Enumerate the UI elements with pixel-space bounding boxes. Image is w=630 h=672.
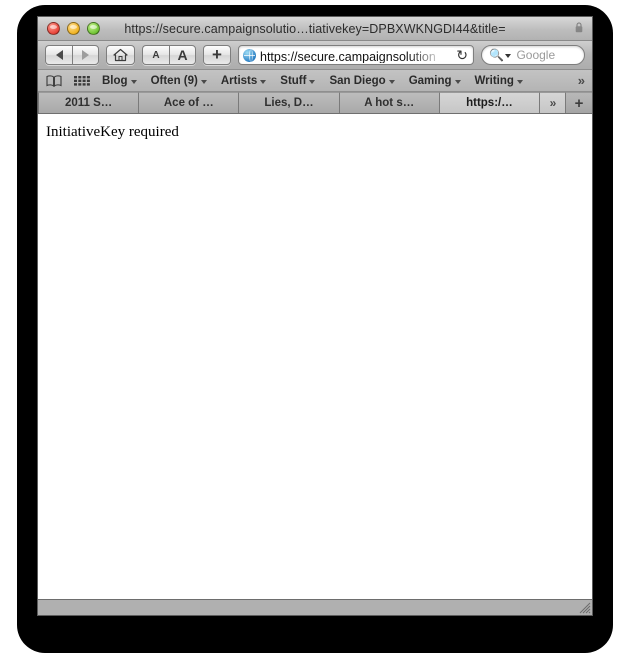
bookmark-stuff[interactable]: Stuff	[280, 74, 316, 87]
address-bar[interactable]: https://secure.campaignsolution ↻	[238, 45, 474, 65]
chevron-down-icon	[130, 79, 137, 84]
browser-window: https://secure.campaignsolutio…tiativeke…	[37, 16, 593, 616]
bookmark-label: Often (9)	[150, 74, 198, 87]
bookmark-label: Stuff	[280, 74, 307, 87]
back-arrow-icon	[55, 50, 63, 60]
tab-label: Ace of …	[163, 97, 214, 109]
tab-https-active[interactable]: https:/…	[439, 92, 541, 113]
bookmark-label: Artists	[220, 74, 258, 87]
search-field[interactable]: 🔍 Google	[481, 45, 585, 65]
chevron-down-icon	[454, 79, 461, 84]
window-titlebar[interactable]: https://secure.campaignsolutio…tiativeke…	[38, 17, 592, 41]
tab-2011-s[interactable]: 2011 S…	[38, 92, 140, 113]
bookmark-gaming[interactable]: Gaming	[409, 75, 461, 87]
plus-icon: +	[212, 45, 222, 64]
resize-grip-icon[interactable]	[578, 601, 591, 614]
window-controls	[38, 22, 100, 35]
address-bar-text-wrap: https://secure.campaignsolution	[260, 47, 455, 63]
zoom-button[interactable]	[87, 22, 100, 35]
grid-icon	[74, 75, 90, 86]
browser-toolbar: A A + https://secure.campaignsolution ↻ …	[38, 41, 592, 70]
text-size-smaller-button[interactable]: A	[142, 45, 169, 65]
reload-icon[interactable]: ↻	[456, 48, 468, 62]
page-body-text: InitiativeKey required	[46, 124, 179, 140]
tab-a-hot-s[interactable]: A hot s…	[339, 92, 440, 113]
bookmark-artists[interactable]: Artists	[220, 74, 267, 87]
back-button[interactable]	[45, 45, 72, 65]
chevron-down-icon	[388, 79, 395, 84]
text-smaller-label: A	[152, 49, 160, 61]
book-icon	[46, 74, 62, 87]
tab-label: 2011 S…	[64, 97, 113, 109]
bookmark-blog[interactable]: Blog	[102, 75, 137, 87]
lock-icon	[575, 22, 583, 33]
minimize-button[interactable]	[67, 22, 80, 35]
bookmark-label: Blog	[102, 74, 128, 87]
tabs-overflow-button[interactable]: »	[540, 92, 567, 113]
globe-icon	[243, 48, 256, 62]
add-bookmark-button[interactable]: +	[203, 45, 231, 65]
chevron-down-icon[interactable]	[505, 54, 512, 58]
window-statusbar	[38, 599, 592, 615]
bookmark-often[interactable]: Often (9)	[151, 75, 207, 87]
page-content: InitiativeKey required	[38, 114, 592, 599]
chevron-down-icon	[260, 79, 267, 84]
top-sites-button[interactable]	[74, 75, 90, 87]
tab-label: A hot s…	[364, 97, 415, 109]
bookmark-san-diego[interactable]: San Diego	[329, 74, 395, 87]
url-fade-overlay	[408, 47, 455, 63]
desktop-background: https://secure.campaignsolutio…tiativeke…	[0, 0, 630, 672]
bookmarks-bar: Blog Often (9) Artists Stuff San Diego G…	[38, 70, 592, 92]
bookmark-writing[interactable]: Writing	[475, 75, 523, 87]
text-size-buttons: A A	[142, 45, 196, 65]
search-icon[interactable]: 🔍	[489, 49, 504, 61]
bookmark-label: San Diego	[329, 74, 386, 87]
text-size-larger-button[interactable]: A	[169, 45, 196, 65]
text-larger-label: A	[177, 47, 188, 63]
nav-buttons	[45, 45, 99, 65]
tab-label: https:/…	[466, 97, 513, 109]
window-title: https://secure.campaignsolutio…tiativeke…	[124, 21, 506, 36]
tab-bar: 2011 S… Ace of … Lies, D… A hot s… https…	[38, 92, 592, 114]
tab-label: Lies, D…	[264, 97, 314, 109]
tab-ace-of[interactable]: Ace of …	[139, 92, 240, 113]
forward-arrow-icon	[82, 50, 89, 60]
home-icon	[113, 48, 128, 62]
new-tab-button[interactable]: +	[566, 92, 592, 113]
show-all-bookmarks-button[interactable]	[46, 74, 62, 87]
bookmarks-overflow-button[interactable]: »	[578, 73, 585, 88]
close-button[interactable]	[47, 22, 60, 35]
chevron-down-icon	[309, 79, 316, 84]
chevron-down-icon	[516, 79, 523, 84]
forward-button[interactable]	[72, 45, 99, 65]
chevron-down-icon	[200, 79, 207, 84]
tab-lies-d[interactable]: Lies, D…	[239, 92, 340, 113]
bookmark-label: Writing	[474, 74, 514, 87]
home-button[interactable]	[106, 45, 135, 65]
search-input[interactable]: Google	[516, 48, 555, 62]
bookmark-label: Gaming	[408, 74, 452, 87]
